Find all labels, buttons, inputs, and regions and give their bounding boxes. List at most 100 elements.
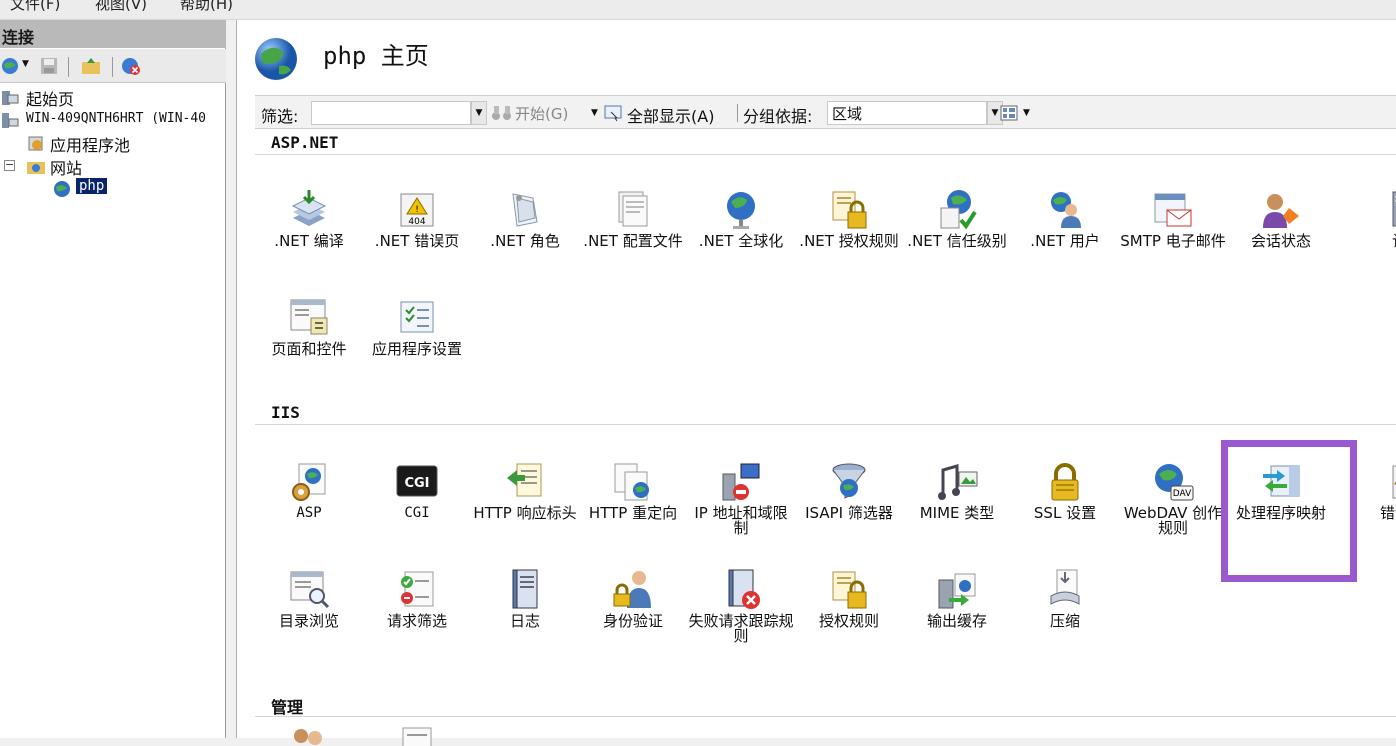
svg-text:404: 404	[408, 217, 425, 227]
feature-net-compilation[interactable]: .NET 编译	[255, 188, 363, 288]
go-button[interactable]: 开始(G)	[515, 103, 568, 124]
mime-types-icon	[938, 464, 978, 500]
binoculars-icon	[492, 106, 511, 120]
feature-asp[interactable]: ASP	[255, 460, 363, 560]
output-caching-icon	[938, 573, 976, 609]
group-by-label: 分组依据:	[743, 107, 813, 126]
svg-text:CGI: CGI	[404, 476, 429, 491]
trust-levels-icon	[940, 190, 977, 230]
app-pool-icon	[28, 136, 43, 151]
feature-directory-browsing[interactable]: 目录浏览	[255, 568, 363, 668]
site-globe-icon	[54, 181, 70, 197]
asp-icon	[292, 463, 326, 501]
feature-logging[interactable]: 日志	[471, 568, 579, 668]
feature-net-globalization[interactable]: .NET 全球化	[687, 188, 795, 288]
feature-authentication[interactable]: 身份验证	[579, 568, 687, 668]
page-header: php 主页	[237, 20, 1396, 92]
page-title: php 主页	[323, 42, 429, 70]
feature-cgi[interactable]: CGI CGI	[363, 460, 471, 560]
connections-toolbar: ▼	[0, 49, 226, 83]
feature-net-roles[interactable]: .NET 角色	[471, 188, 579, 288]
webdav-icon: DAV	[1155, 464, 1194, 501]
feature-isapi-filters[interactable]: ISAPI 筛选器	[795, 460, 903, 560]
section-title-aspnet: ASP.NET	[271, 133, 339, 152]
feature-net-trust-levels[interactable]: .NET 信任级别	[903, 188, 1011, 288]
roles-icon	[512, 193, 538, 227]
filter-dropdown-icon[interactable]: ▼	[471, 101, 487, 125]
view-mode-icon[interactable]	[999, 104, 1021, 122]
feature-net-authorization-rules[interactable]: .NET 授权规则	[795, 188, 903, 288]
filter-input[interactable]	[311, 101, 471, 125]
go-dropdown-icon[interactable]: ▼	[591, 108, 598, 118]
machine-key-icon	[1392, 191, 1396, 227]
feature-compression[interactable]: 压缩	[1011, 568, 1119, 668]
start-page-icon	[2, 91, 19, 105]
feature-ssl-settings[interactable]: SSL 设置	[1011, 460, 1119, 560]
menu-help[interactable]: 帮助(H)	[180, 0, 233, 14]
menu-file[interactable]: 文件(F)	[10, 0, 60, 14]
feature-http-redirect[interactable]: HTTP 重定向	[579, 460, 687, 560]
up-folder-icon[interactable]	[80, 55, 102, 77]
show-all-icon	[604, 105, 622, 122]
feature-mime-types[interactable]: MIME 类型	[903, 460, 1011, 560]
redirect-icon	[614, 463, 649, 501]
feature-app-settings[interactable]: 应用程序设置	[363, 296, 471, 396]
dropdown-arrow-icon[interactable]: ▼	[22, 59, 29, 69]
feature-authorization-rules[interactable]: 授权规则	[795, 568, 903, 668]
config-doc-icon	[402, 727, 432, 746]
connect-globe-icon[interactable]	[0, 55, 22, 77]
section-title-manage: 管理	[271, 698, 304, 717]
authorization-lock-icon	[832, 571, 867, 609]
view-dropdown-icon[interactable]: ▼	[1023, 108, 1030, 118]
response-headers-icon	[507, 463, 542, 497]
disconnect-icon[interactable]	[120, 55, 142, 77]
feature-failed-request-tracing[interactable]: 失败请求跟踪规则	[687, 568, 795, 668]
feature-http-response-headers[interactable]: HTTP 响应标头	[471, 460, 579, 560]
svg-text:DAV: DAV	[1173, 489, 1192, 499]
annotation-highlight-box	[1221, 440, 1357, 582]
globalization-icon	[727, 192, 755, 229]
cgi-icon: CGI	[396, 465, 438, 497]
pages-controls-icon	[290, 299, 328, 335]
error-page-icon: ! 404	[400, 193, 434, 227]
feature-net-error-pages[interactable]: ! 404 .NET 错误页	[363, 188, 471, 288]
feature-request-filtering[interactable]: 请求筛选	[363, 568, 471, 668]
site-globe-icon	[255, 38, 297, 80]
logging-icon	[512, 569, 538, 609]
feature-pages-controls[interactable]: 页面和控件	[255, 296, 363, 396]
directory-browsing-icon	[290, 571, 330, 609]
ssl-lock-icon	[1051, 463, 1079, 501]
menu-bar: 文件(F) 视图(V) 帮助(H)	[0, 0, 1396, 20]
authorization-lock-icon	[832, 191, 867, 229]
feature-machine-key[interactable]: 计算机	[1335, 188, 1396, 288]
collapse-toggle[interactable]: −	[4, 159, 15, 171]
sites-folder-icon	[27, 162, 45, 174]
feature-webdav-authoring-rules[interactable]: DAV WebDAV 创作规则	[1119, 460, 1227, 560]
save-icon[interactable]	[38, 55, 60, 77]
request-filtering-icon	[401, 571, 434, 607]
feature-ip-domain-restrictions[interactable]: IP 地址和域限制	[687, 460, 795, 560]
menu-view[interactable]: 视图(V)	[95, 0, 147, 14]
feature-output-caching[interactable]: 输出缓存	[903, 568, 1011, 668]
filter-bar: 筛选: ▼ 开始(G) ▼ 全部显示(A) 分组依据: 区域 ▼ ▼	[255, 95, 1396, 129]
section-title-iis: IIS	[271, 403, 300, 422]
profile-icon	[618, 191, 648, 227]
failed-request-tracing-icon	[728, 569, 760, 609]
app-settings-icon	[400, 301, 434, 333]
group-by-select[interactable]: 区域	[827, 101, 987, 125]
feature-smtp-email[interactable]: SMTP 电子邮件	[1119, 188, 1227, 288]
feature-net-users[interactable]: .NET 用户	[1011, 188, 1119, 288]
users-group-icon	[294, 729, 322, 745]
feature-net-profile[interactable]: .NET 配置文件	[579, 188, 687, 288]
server-icon	[2, 113, 19, 128]
authentication-icon	[613, 571, 651, 608]
compilation-icon	[291, 190, 327, 226]
compression-icon	[1050, 569, 1080, 605]
users-icon	[1051, 192, 1081, 228]
connections-title: 连接	[0, 20, 226, 48]
smtp-email-icon	[1154, 193, 1192, 227]
svg-text:!: !	[415, 205, 419, 215]
isapi-filter-icon	[832, 463, 866, 499]
feature-session-state[interactable]: 会话状态	[1227, 188, 1335, 288]
show-all-button[interactable]: 全部显示(A)	[627, 103, 714, 127]
